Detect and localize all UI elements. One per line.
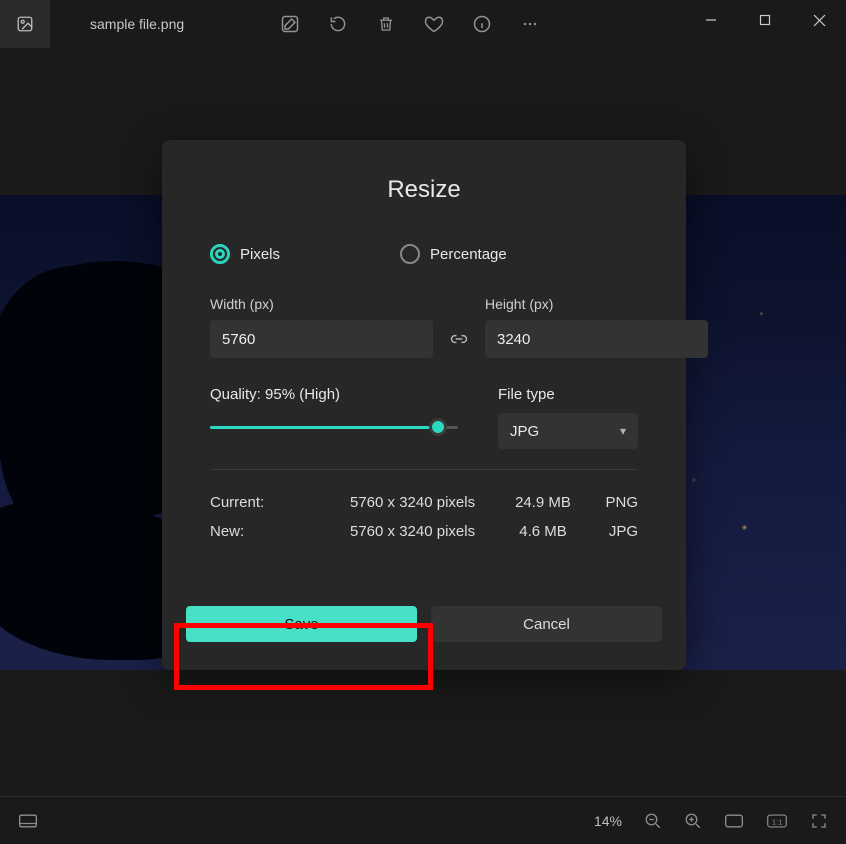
quality-label: Quality: 95% (High) [210, 386, 458, 403]
zoom-out-icon[interactable] [644, 812, 662, 830]
quality-slider[interactable] [210, 421, 458, 433]
divider [210, 469, 638, 470]
info-icon[interactable] [472, 14, 492, 34]
toolbar-icons [280, 0, 540, 48]
dialog-title: Resize [210, 176, 638, 204]
radio-icon [400, 244, 420, 264]
svg-text:1:1: 1:1 [772, 817, 783, 826]
actual-size-icon[interactable]: 1:1 [766, 813, 788, 829]
filetype-value: JPG [510, 423, 539, 440]
app-icon [0, 0, 50, 48]
current-size: 24.9 MB [498, 488, 588, 517]
titlebar: sample file.png [0, 0, 846, 48]
close-button[interactable] [792, 0, 846, 40]
chevron-down-icon: ▾ [620, 424, 626, 438]
menu-more-icon[interactable] [520, 14, 540, 34]
filetype-select[interactable]: JPG ▾ [498, 413, 638, 449]
width-label: Width (px) [210, 296, 433, 312]
new-size: 4.6 MB [498, 517, 588, 546]
new-label: New: [210, 517, 350, 546]
current-dims: 5760 x 3240 pixels [350, 488, 498, 517]
maximize-button[interactable] [738, 0, 792, 40]
edit-image-icon[interactable] [280, 14, 300, 34]
new-type: JPG [588, 517, 638, 546]
height-label: Height (px) [485, 296, 708, 312]
fit-screen-icon[interactable] [724, 813, 744, 829]
filetype-label: File type [498, 386, 638, 403]
window-controls [684, 0, 846, 40]
zoom-in-icon[interactable] [684, 812, 702, 830]
new-dims: 5760 x 3240 pixels [350, 517, 498, 546]
filmstrip-toggle-icon[interactable] [18, 813, 38, 829]
rotate-icon[interactable] [328, 14, 348, 34]
fullscreen-icon[interactable] [810, 812, 828, 830]
filename-label: sample file.png [90, 16, 184, 32]
radio-icon [210, 244, 230, 264]
radio-percentage-label: Percentage [430, 246, 507, 263]
slider-thumb[interactable] [429, 418, 447, 436]
size-info-table: Current: 5760 x 3240 pixels 24.9 MB PNG … [210, 488, 638, 546]
radio-pixels-label: Pixels [240, 246, 280, 263]
current-label: Current: [210, 488, 350, 517]
radio-pixels[interactable]: Pixels [210, 244, 280, 264]
resize-dialog: Resize Pixels Percentage Width (px) Heig… [162, 140, 686, 670]
zoom-text: 14% [594, 813, 622, 829]
bottombar: 14% 1:1 [0, 796, 846, 844]
aspect-lock-icon[interactable] [449, 320, 469, 358]
radio-percentage[interactable]: Percentage [400, 244, 507, 264]
favorite-icon[interactable] [424, 14, 444, 34]
current-type: PNG [588, 488, 638, 517]
height-input[interactable] [485, 320, 708, 358]
save-button[interactable]: Save [186, 606, 417, 642]
minimize-button[interactable] [684, 0, 738, 40]
delete-icon[interactable] [376, 14, 396, 34]
width-input[interactable] [210, 320, 433, 358]
cancel-button[interactable]: Cancel [431, 606, 662, 642]
